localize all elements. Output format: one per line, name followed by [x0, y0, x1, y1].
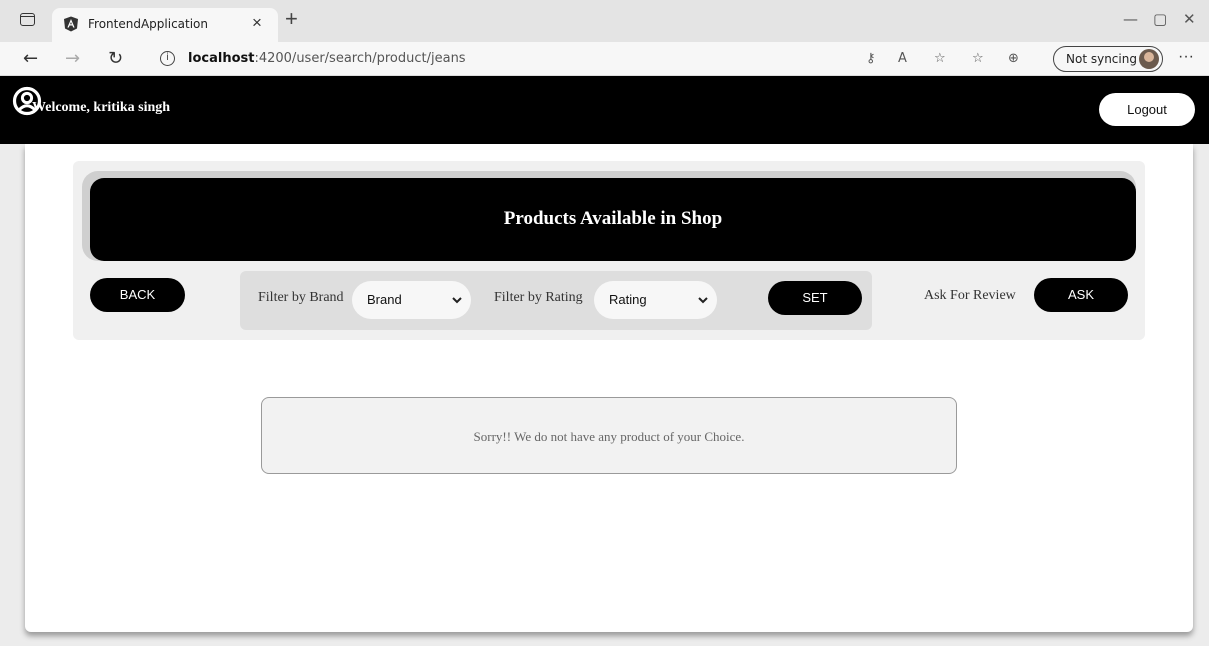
maximize-icon[interactable]: ▢ [1153, 10, 1167, 28]
ask-review-label: Ask For Review [924, 288, 1016, 303]
rating-select-value: Rating [609, 292, 647, 307]
no-products-message: Sorry!! We do not have any product of yo… [473, 429, 745, 444]
profile-sync-button[interactable]: Not syncing [1053, 46, 1163, 72]
sync-label: Not syncing [1066, 52, 1137, 66]
back-button[interactable]: BACK [90, 278, 185, 312]
tab-title: FrontendApplication [88, 17, 209, 31]
ask-button[interactable]: ASK [1034, 278, 1128, 312]
site-info-icon[interactable]: i [160, 51, 175, 66]
browser-tab-bar: FrontendApplication × + — ▢ ✕ [0, 0, 1209, 42]
chevron-down-icon [698, 297, 708, 304]
reload-icon[interactable]: ↻ [108, 48, 123, 69]
browser-address-bar: ← → ↻ i localhost:4200/user/search/produ… [0, 42, 1209, 76]
read-aloud-icon[interactable]: A [898, 51, 907, 66]
filter-brand-label: Filter by Brand [258, 290, 344, 305]
brand-select-value: Brand [367, 292, 402, 307]
url-field[interactable]: i localhost:4200/user/search/product/jea… [146, 46, 1026, 72]
logout-button[interactable]: Logout [1099, 93, 1195, 126]
collections-icon[interactable]: ⊕ [1008, 51, 1019, 66]
chevron-down-icon [452, 297, 462, 304]
new-tab-icon[interactable]: + [285, 8, 298, 30]
back-arrow-icon[interactable]: ← [23, 48, 38, 69]
close-window-icon[interactable]: ✕ [1183, 10, 1196, 28]
brand-select[interactable]: Brand [352, 281, 471, 319]
page-title: Products Available in Shop [503, 208, 723, 229]
more-options-icon[interactable]: ··· [1178, 48, 1194, 66]
favorites-icon[interactable]: ☆ [972, 51, 984, 66]
tab-close-icon[interactable]: × [252, 13, 262, 33]
profile-avatar [1139, 49, 1159, 69]
forward-arrow-icon[interactable]: → [65, 48, 80, 69]
shop-banner: Products Available in Shop [90, 178, 1136, 261]
welcome-text: Welcome, kritika singh [32, 100, 171, 115]
set-button[interactable]: SET [768, 281, 862, 315]
filter-rating-label: Filter by Rating [494, 290, 583, 305]
rating-select[interactable]: Rating [594, 281, 717, 319]
add-favorite-icon[interactable]: ☆ [934, 51, 946, 66]
key-icon[interactable]: ⚷ [866, 51, 876, 66]
angular-icon [64, 16, 78, 32]
no-products-message-box: Sorry!! We do not have any product of yo… [261, 397, 957, 474]
tab-actions-icon[interactable] [20, 13, 35, 26]
browser-tab[interactable]: FrontendApplication × [52, 8, 278, 42]
url-text[interactable]: localhost:4200/user/search/product/jeans [188, 51, 466, 66]
minimize-icon[interactable]: — [1123, 10, 1138, 28]
app-header: Welcome, kritika singh Logout [0, 76, 1209, 144]
